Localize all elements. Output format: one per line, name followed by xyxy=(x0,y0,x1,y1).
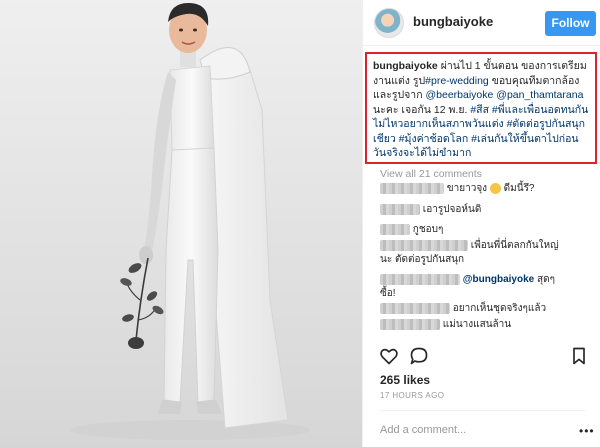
heart-icon[interactable] xyxy=(379,346,399,366)
comment-item: เพื่อนพี่นี่ตลกกันใหญ่ xyxy=(380,239,559,253)
caption-highlight-box: bungbaiyoke ผ่านไป 1 ขั้นตอน ของการเตรีย… xyxy=(365,52,597,164)
post-photo xyxy=(0,0,362,447)
blurred-username xyxy=(380,182,444,194)
caption-text: นะคะ เจอกัน 12 พ.ย. xyxy=(373,103,471,116)
comment-text: นะ ตัดต่อรูปกันสนุก xyxy=(380,254,465,265)
likes-count[interactable]: 265 likes xyxy=(380,373,430,387)
blurred-username xyxy=(380,223,410,235)
comment-text: เอารูปจอห์นดิ xyxy=(422,204,482,215)
avatar[interactable] xyxy=(374,8,404,38)
blurred-username xyxy=(380,239,468,251)
blurred-username xyxy=(380,318,440,330)
comment-item: เอารูปจอห์นดิ xyxy=(380,203,481,217)
post-side-panel: bungbaiyoke Follow bungbaiyoke ผ่านไป 1 … xyxy=(362,0,600,447)
username-link[interactable]: bungbaiyoke xyxy=(413,14,493,29)
comment-item: แม่นางแสนล้าน xyxy=(380,318,511,332)
blurred-username xyxy=(380,273,460,285)
add-comment-input[interactable] xyxy=(380,421,570,439)
comment-continuation: ซื้อ! xyxy=(380,287,396,301)
hashtag-link[interactable]: #pre-wedding xyxy=(425,75,489,87)
comment-text: กูชอบๆ xyxy=(412,224,444,235)
comment-icon[interactable] xyxy=(409,346,429,366)
bride-jumpsuit-image xyxy=(0,0,362,447)
comment-text: ดีมนี้รึ? xyxy=(503,183,535,194)
comment-item: กูชอบๆ xyxy=(380,223,443,237)
post-header: bungbaiyoke Follow xyxy=(363,0,600,46)
comment-text: ขายาวจุง xyxy=(446,183,488,194)
comment-item: @bungbaiyoke สุดๆ xyxy=(380,273,555,287)
comment-text: สุดๆ xyxy=(534,274,555,285)
mention-link[interactable]: @beerbaiyoke xyxy=(425,89,493,101)
comment-continuation: นะ ตัดต่อรูปกันสนุก xyxy=(380,253,464,267)
hashtag-link[interactable]: #มุ้งค่าช้อดโลก xyxy=(399,133,469,145)
more-options-icon[interactable]: ••• xyxy=(579,424,595,438)
view-all-comments-link[interactable]: View all 21 comments xyxy=(380,168,482,180)
comment-item: ขายาวจุง ดีมนี้รึ? xyxy=(380,182,535,196)
caption-username[interactable]: bungbaiyoke xyxy=(373,60,438,72)
bookmark-icon[interactable] xyxy=(569,346,589,366)
comment-text: แม่นางแสนล้าน xyxy=(442,319,512,330)
post-timestamp[interactable]: 17 HOURS AGO xyxy=(380,391,444,400)
mention-link[interactable]: @pan_thamtarana xyxy=(496,89,583,101)
blurred-username xyxy=(380,302,450,314)
mention-link[interactable]: @bungbaiyoke xyxy=(463,274,534,285)
hashtag-link[interactable]: #สีส xyxy=(470,104,489,116)
emoji-icon xyxy=(489,182,501,194)
blurred-username xyxy=(380,203,420,215)
post-actions-bar xyxy=(363,344,600,370)
comment-text: ซื้อ! xyxy=(380,288,396,299)
comment-item: อยากเห็นชุดจริงๆแล้ว xyxy=(380,302,546,316)
follow-button[interactable]: Follow xyxy=(545,11,596,36)
comment-text: อยากเห็นชุดจริงๆแล้ว xyxy=(452,303,547,314)
divider xyxy=(380,410,585,411)
comment-text: เพื่อนพี่นี่ตลกกันใหญ่ xyxy=(470,240,559,251)
